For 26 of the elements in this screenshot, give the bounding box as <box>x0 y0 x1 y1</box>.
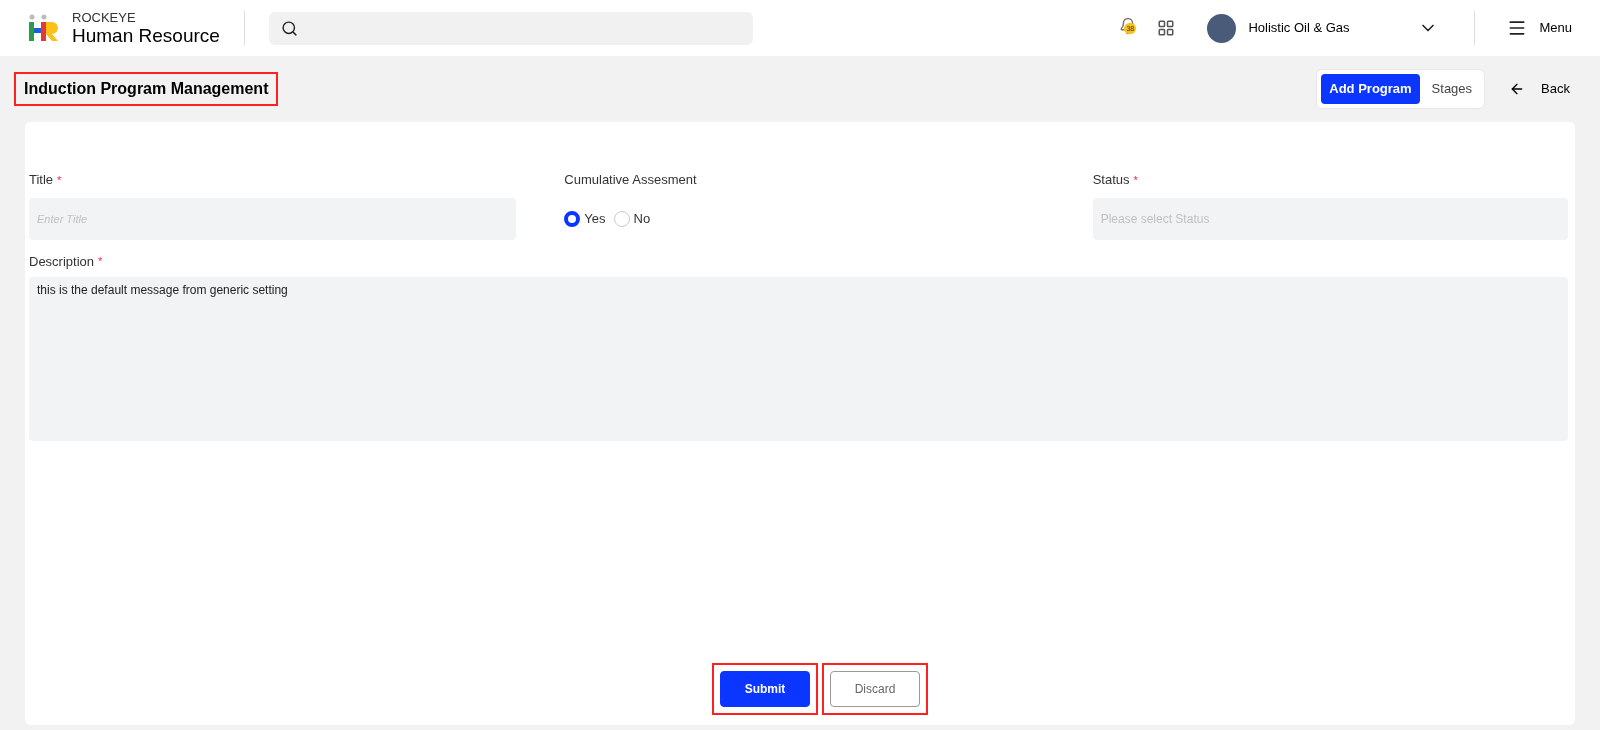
search-icon <box>280 19 298 37</box>
radio-button[interactable] <box>564 210 581 227</box>
avatar <box>1207 13 1237 43</box>
field-label: Status <box>1092 171 1130 189</box>
product-name: Human Resource <box>72 26 220 45</box>
tab[interactable]: Add Program <box>1321 74 1420 104</box>
menu-button[interactable]: Menu <box>1507 18 1572 38</box>
field-label: Description <box>29 252 95 271</box>
discard-button[interactable]: Discard <box>830 671 920 707</box>
description-textarea[interactable]: this is the default message from generic setting <box>29 277 1568 441</box>
page-title: Induction Program Management <box>14 72 279 106</box>
apps-grid-icon[interactable] <box>1157 19 1176 37</box>
field-label: Title <box>29 171 54 189</box>
field-label: Cumulative Assesment <box>564 171 697 189</box>
radio-label: No <box>633 209 651 228</box>
back-button[interactable]: Back <box>1509 79 1570 99</box>
company-name: Holistic Oil & Gas <box>1248 19 1351 38</box>
submit-button[interactable]: Submit <box>720 671 810 707</box>
radio-label: Yes <box>584 209 606 228</box>
required-mark: * <box>98 254 103 269</box>
brand-name: ROCKEYE <box>72 11 137 24</box>
required-mark: * <box>1133 172 1138 188</box>
tab[interactable]: Stages <box>1423 74 1481 104</box>
logo-icon <box>28 14 60 42</box>
required-mark: * <box>57 172 62 188</box>
search-field[interactable] <box>268 11 753 45</box>
